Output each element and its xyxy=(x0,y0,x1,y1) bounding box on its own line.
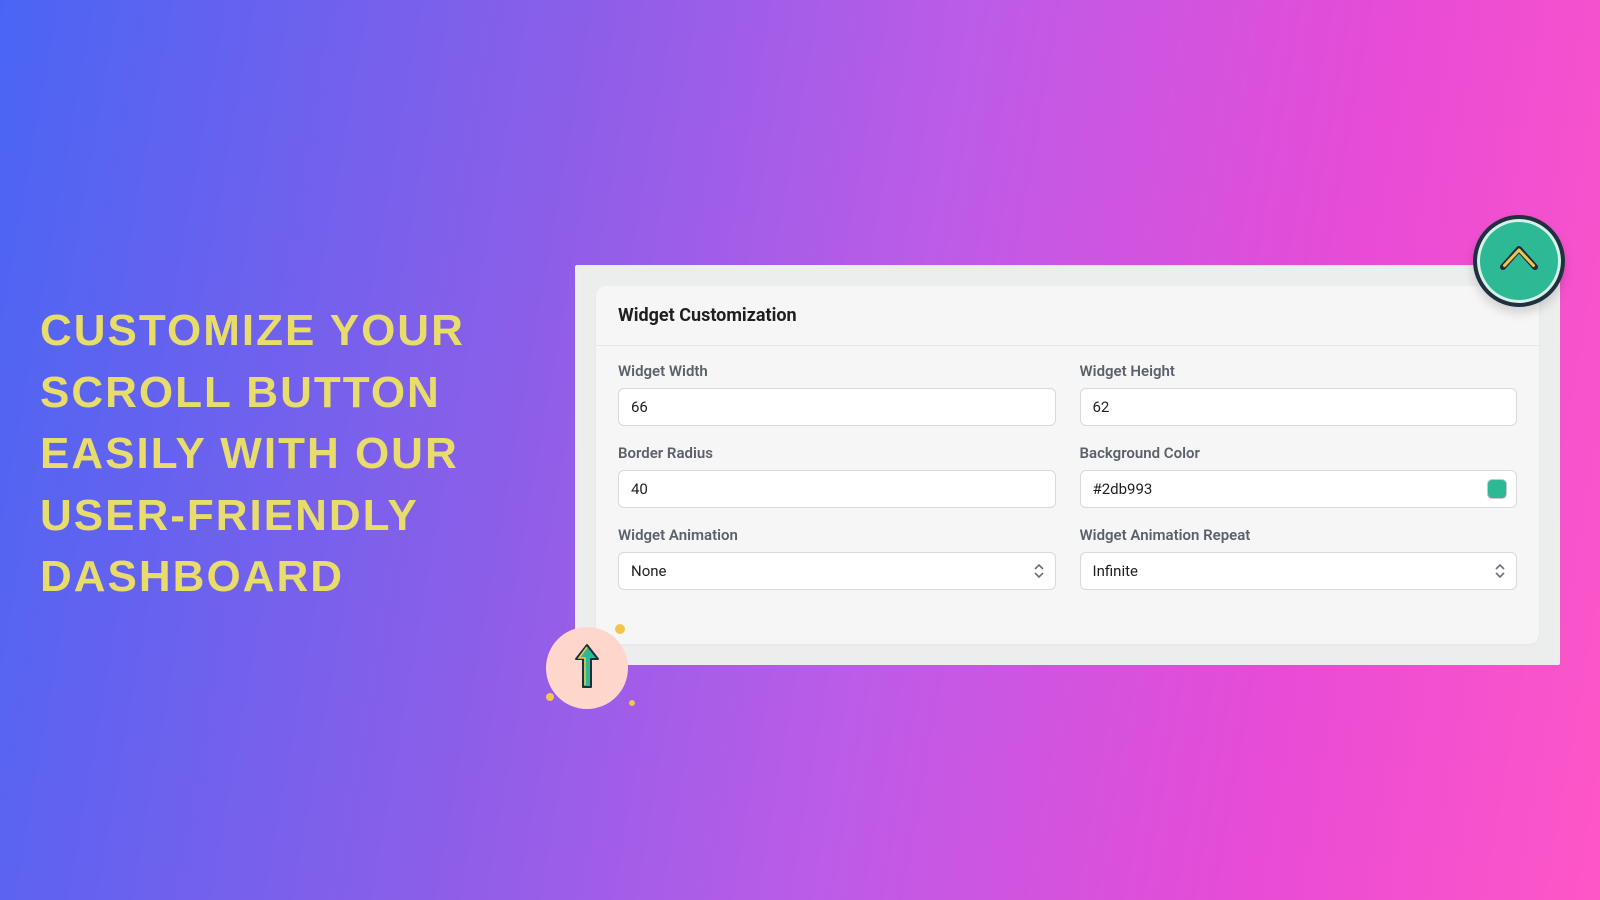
widget-animation-label: Widget Animation xyxy=(618,526,1056,544)
background-color-input[interactable] xyxy=(1080,470,1518,508)
widget-width-input[interactable] xyxy=(618,388,1056,426)
marketing-headline: CUSTOMIZE YOUR SCROLL BUTTON EASILY WITH… xyxy=(40,300,500,608)
chevron-up-icon xyxy=(1495,235,1543,287)
scroll-top-bubble-button[interactable] xyxy=(546,627,628,709)
border-radius-input[interactable] xyxy=(618,470,1056,508)
widget-animation-repeat-label: Widget Animation Repeat xyxy=(1080,526,1518,544)
widget-animation-repeat-select[interactable] xyxy=(1080,552,1518,590)
widget-customization-card: Widget Customization Widget Width Widget… xyxy=(596,286,1539,644)
field-widget-height: Widget Height xyxy=(1080,362,1518,426)
field-widget-animation-repeat: Widget Animation Repeat xyxy=(1080,526,1518,590)
field-background-color: Background Color xyxy=(1080,444,1518,508)
widget-height-input[interactable] xyxy=(1080,388,1518,426)
widget-height-label: Widget Height xyxy=(1080,362,1518,380)
background-color-label: Background Color xyxy=(1080,444,1518,462)
field-widget-animation: Widget Animation xyxy=(618,526,1056,590)
decorative-dot-icon xyxy=(546,693,554,701)
color-swatch[interactable] xyxy=(1487,479,1507,499)
widget-width-label: Widget Width xyxy=(618,362,1056,380)
decorative-dot-icon xyxy=(615,624,625,634)
card-title: Widget Customization xyxy=(596,286,1539,346)
dashboard-panel: Widget Customization Widget Width Widget… xyxy=(575,265,1560,665)
field-widget-width: Widget Width xyxy=(618,362,1056,426)
decorative-dot-icon xyxy=(629,700,635,706)
border-radius-label: Border Radius xyxy=(618,444,1056,462)
scroll-top-button[interactable] xyxy=(1473,215,1565,307)
field-border-radius: Border Radius xyxy=(618,444,1056,508)
widget-animation-select[interactable] xyxy=(618,552,1056,590)
form-grid: Widget Width Widget Height Border Radius… xyxy=(596,346,1539,612)
arrow-up-icon xyxy=(570,639,604,697)
